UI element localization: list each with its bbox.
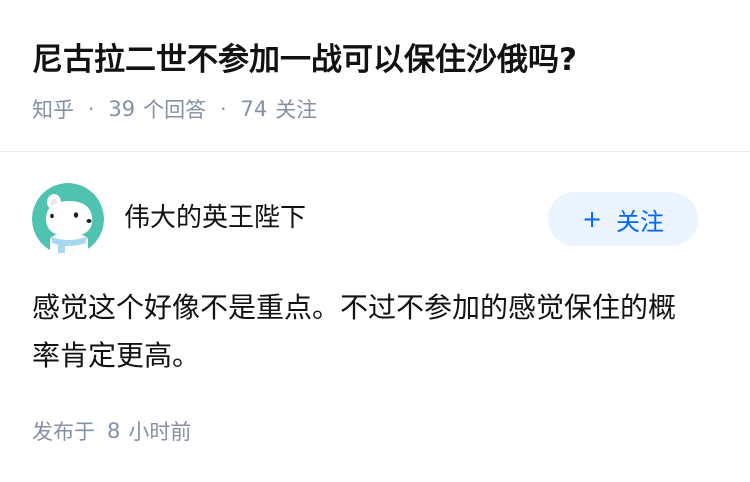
follower-count: 74 <box>240 97 268 121</box>
follow-button-label: 关注 <box>616 207 665 236</box>
plus-icon: + <box>581 205 603 233</box>
answer-count-label: 个回答 <box>143 98 207 122</box>
author-avatar[interactable] <box>32 183 104 255</box>
time-value: 8 <box>107 419 121 443</box>
meta-separator: · <box>88 97 95 121</box>
follow-button[interactable]: + 关注 <box>548 192 698 246</box>
time-suffix: 小时前 <box>128 420 192 444</box>
answer-timestamp: 发布于 8 小时前 <box>32 416 191 446</box>
follower-count-label: 关注 <box>275 98 318 122</box>
section-divider <box>0 151 750 152</box>
answer-count: 39 <box>108 97 136 121</box>
question-title[interactable]: 尼古拉二世不参加一战可以保住沙俄吗? <box>32 36 722 84</box>
time-prefix: 发布于 <box>32 420 95 444</box>
author-name[interactable]: 伟大的英王陛下 <box>124 200 306 236</box>
question-meta: 知乎 · 39 个回答 · 74 关注 <box>32 94 317 124</box>
polar-bear-avatar-icon <box>32 183 104 255</box>
source-label[interactable]: 知乎 <box>32 94 74 124</box>
meta-separator: · <box>220 97 227 121</box>
answer-content[interactable]: 感觉这个好像不是重点。不过不参加的感觉保住的概率肯定更高。 <box>32 284 702 380</box>
